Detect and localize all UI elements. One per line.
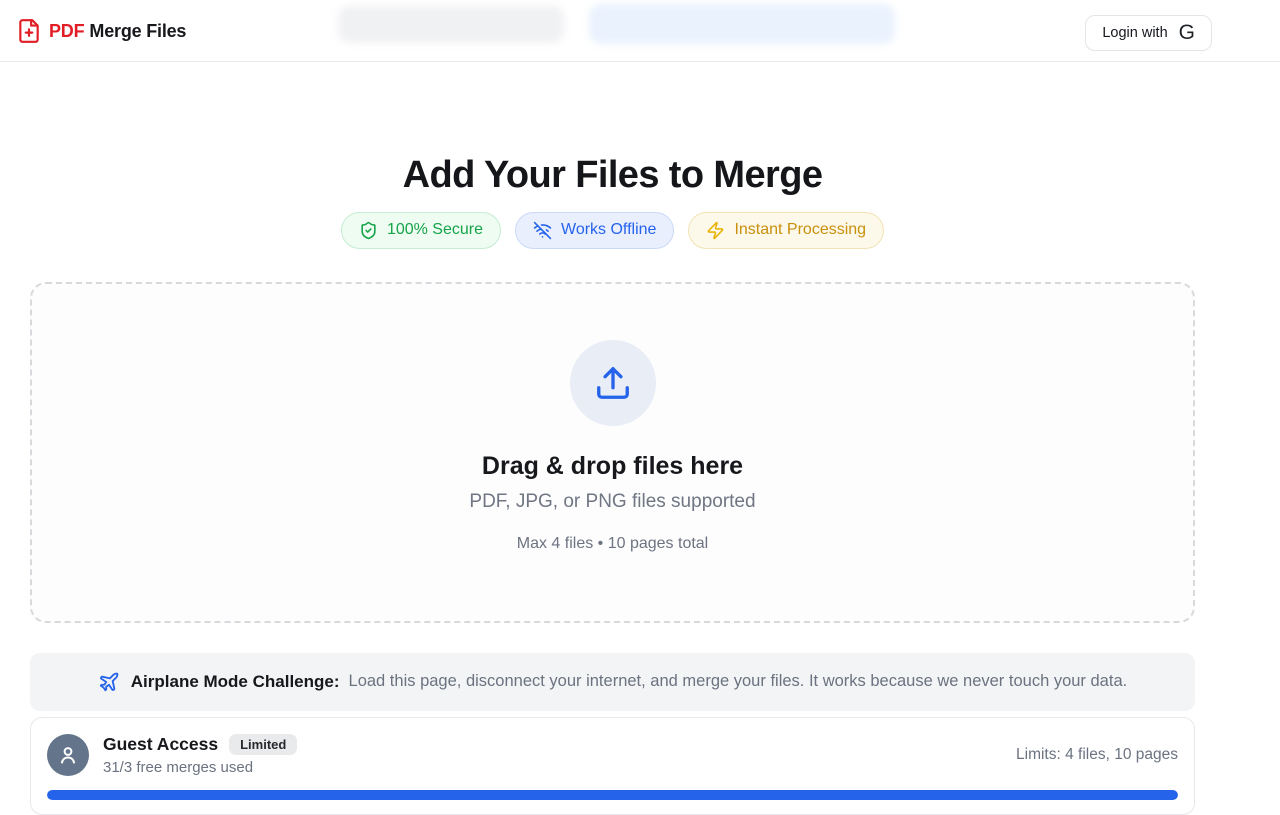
dropzone-title: Drag & drop files here (482, 452, 743, 481)
badge-secure: 100% Secure (341, 212, 501, 249)
banner-description: Load this page, disconnect your internet… (349, 672, 1128, 691)
header: PDFMerge Files Login with G (0, 0, 1280, 62)
limited-badge: Limited (229, 734, 297, 755)
airplane-mode-banner: Airplane Mode Challenge: Load this page,… (30, 653, 1195, 711)
page-title: Add Your Files to Merge (30, 154, 1195, 198)
guest-usage: 31/3 free merges used (103, 759, 297, 776)
google-g-icon: G (1179, 22, 1195, 43)
file-dropzone[interactable]: Drag & drop files here PDF, JPG, or PNG … (30, 282, 1195, 623)
brand-name-prefix: PDF (49, 21, 84, 41)
merge-progress-fill (47, 790, 1178, 800)
banner-label: Airplane Mode Challenge: (131, 672, 340, 692)
badge-secure-label: 100% Secure (387, 221, 483, 239)
nav-placeholder-skeleton (338, 6, 564, 43)
merge-progress-track (47, 790, 1178, 800)
feature-badges: 100% Secure Works Offline (30, 212, 1195, 249)
badge-offline: Works Offline (515, 212, 674, 249)
brand-name: PDFMerge Files (49, 21, 186, 42)
badge-instant: Instant Processing (688, 212, 884, 249)
guest-limits: Limits: 4 files, 10 pages (1016, 746, 1178, 764)
main-content: Add Your Files to Merge 100% Secure (30, 154, 1195, 815)
guest-info: Guest Access Limited 31/3 free merges us… (103, 734, 297, 776)
wifi-off-icon (533, 221, 552, 240)
dropzone-subtitle: PDF, JPG, or PNG files supported (469, 491, 755, 513)
brand-logo[interactable]: PDFMerge Files (16, 0, 186, 62)
file-plus-icon (16, 18, 42, 44)
lightning-icon (706, 221, 725, 240)
login-with-google-button[interactable]: Login with G (1085, 15, 1212, 51)
upload-icon (594, 364, 632, 402)
badge-offline-label: Works Offline (561, 221, 656, 239)
avatar (47, 734, 89, 776)
upload-icon-circle (570, 340, 656, 426)
login-button-label: Login with (1102, 25, 1167, 41)
brand-name-suffix: Merge Files (89, 21, 186, 41)
badge-instant-label: Instant Processing (734, 221, 866, 239)
shield-check-icon (359, 221, 378, 240)
dropzone-limit-note: Max 4 files • 10 pages total (517, 535, 708, 553)
nav-placeholder-skeleton-blue (589, 4, 895, 44)
guest-access-row: Guest Access Limited 31/3 free merges us… (47, 734, 1178, 776)
airplane-icon (98, 671, 131, 693)
user-icon (56, 743, 80, 767)
guest-name: Guest Access (103, 734, 218, 755)
